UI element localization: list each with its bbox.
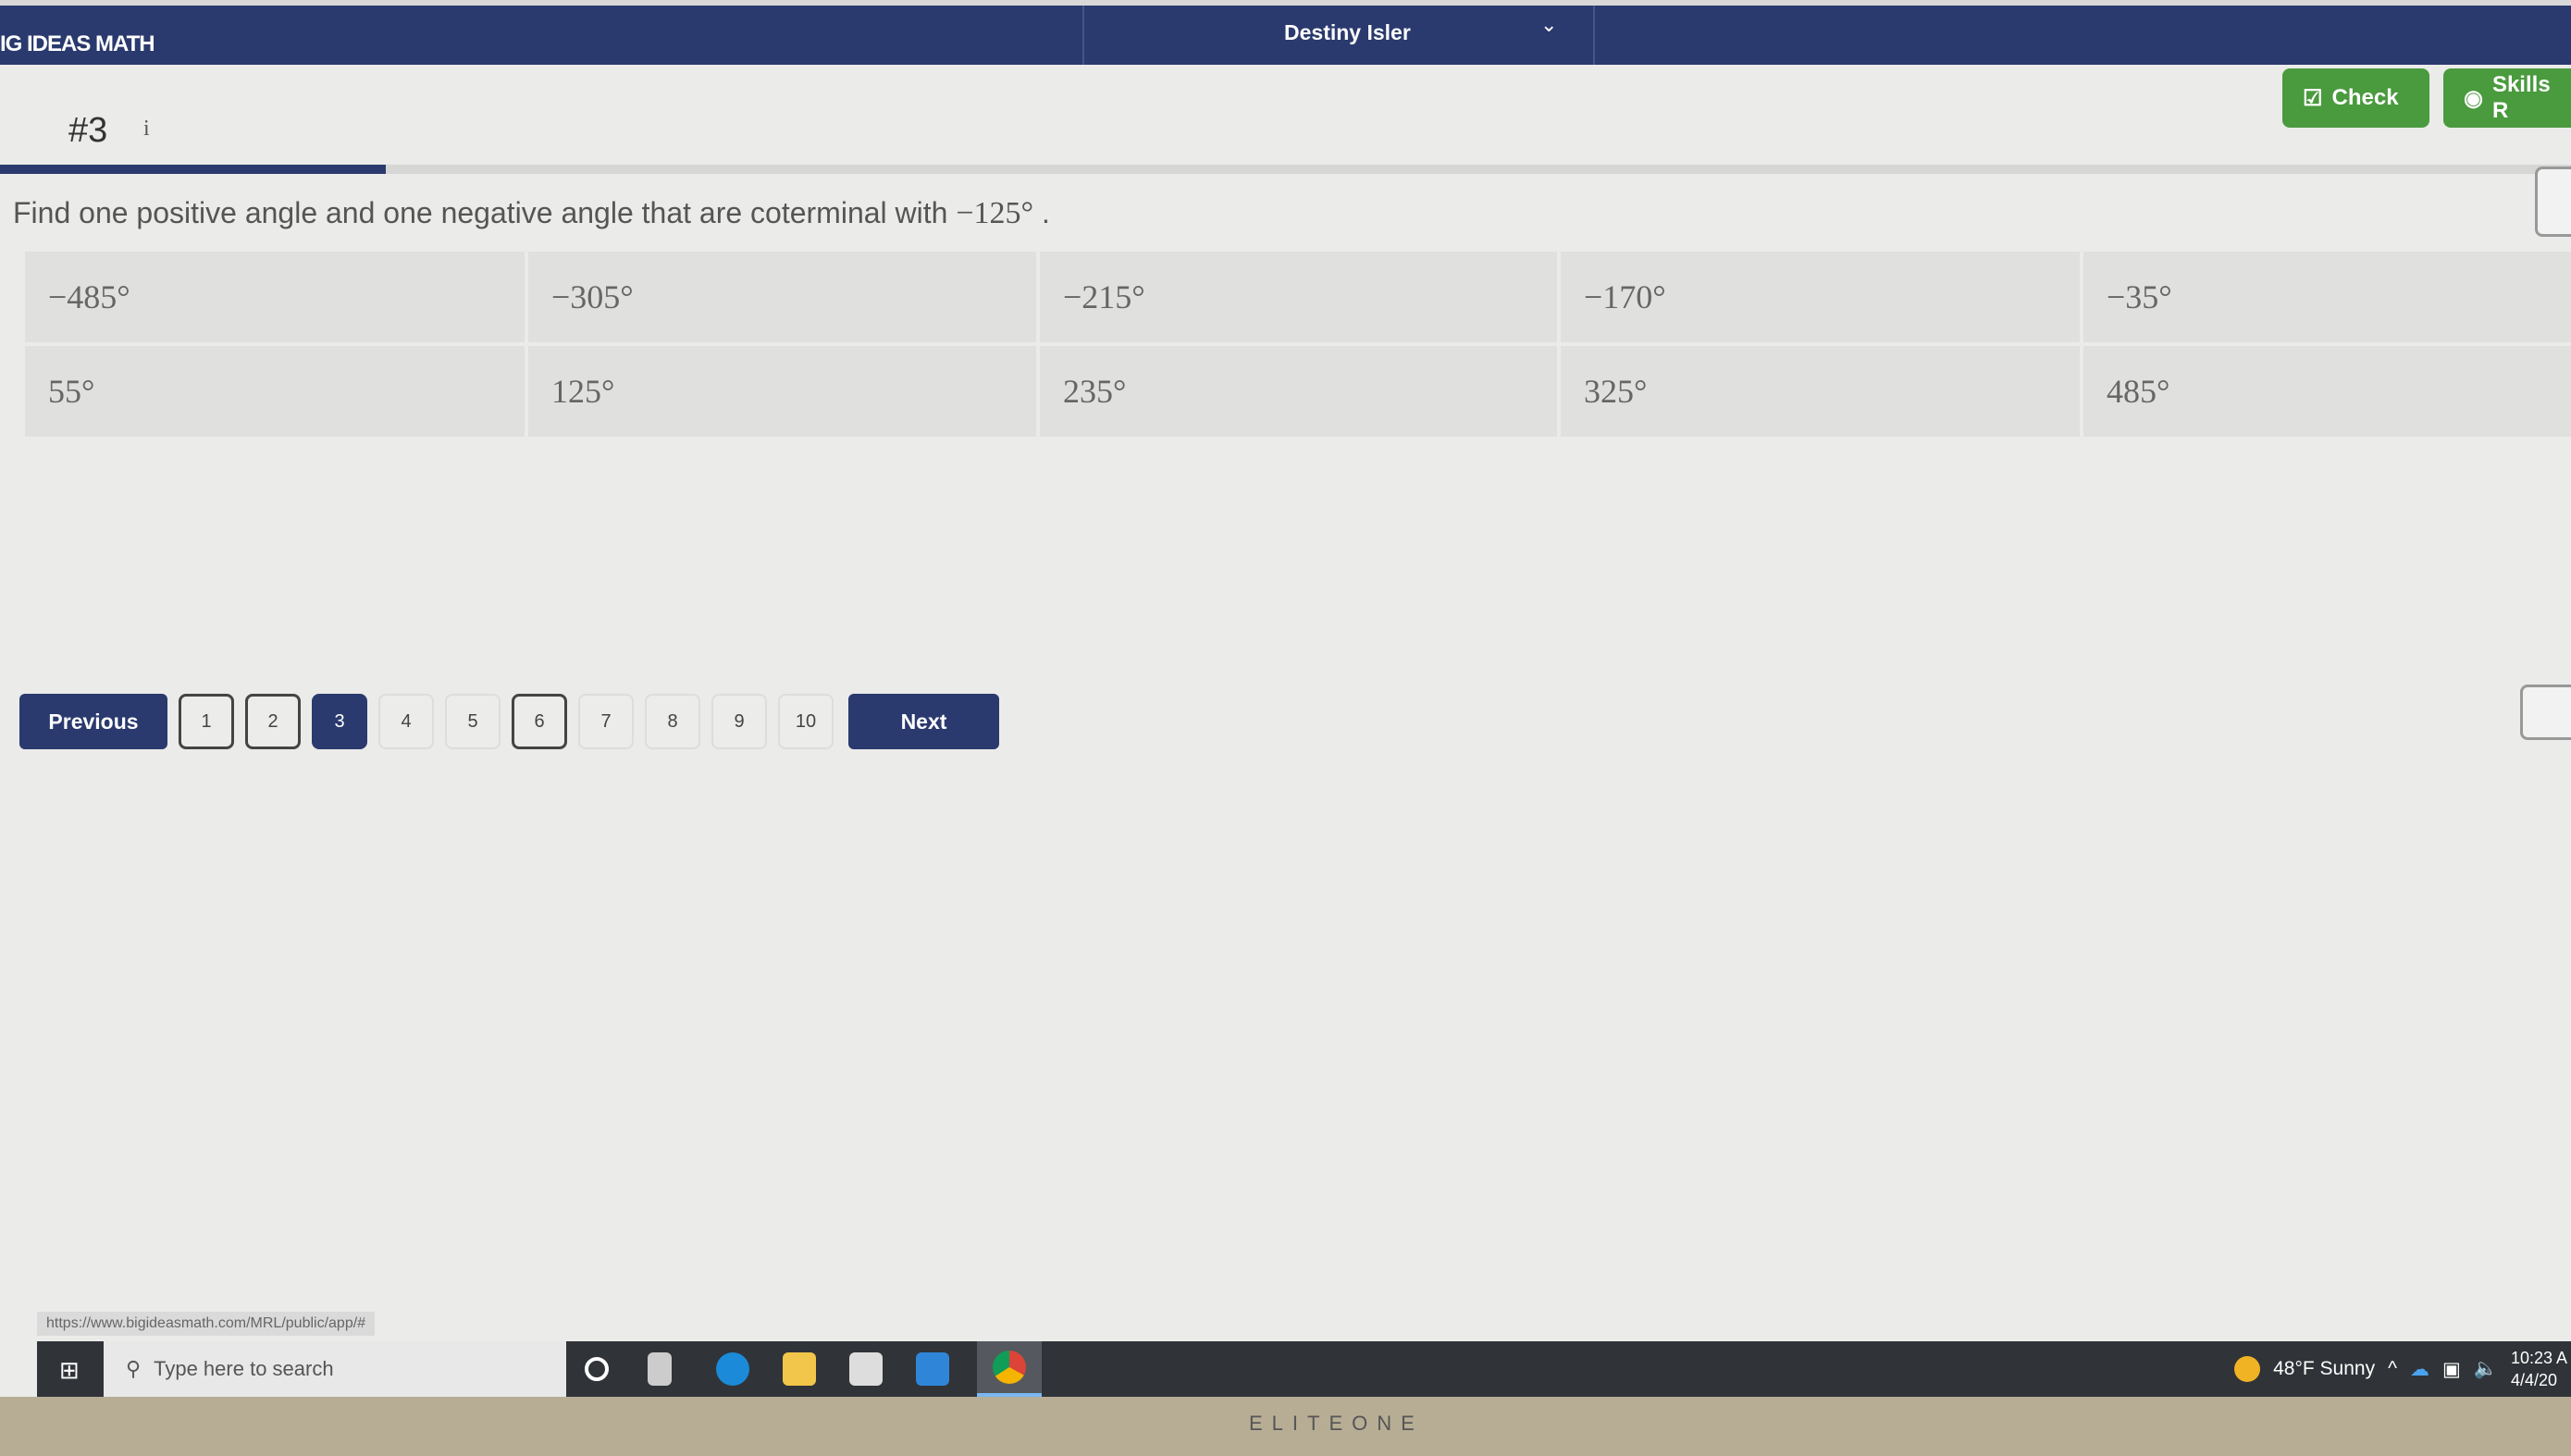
page-9-button[interactable]: 9: [711, 694, 767, 749]
onedrive-icon[interactable]: ☁: [2410, 1358, 2429, 1381]
answer-choice[interactable]: 55°: [25, 346, 525, 437]
page-6-button[interactable]: 6: [512, 694, 567, 749]
progress-bar: [0, 165, 2571, 174]
store-icon[interactable]: [849, 1352, 883, 1386]
sun-icon: [2234, 1356, 2261, 1382]
answer-choice[interactable]: −35°: [2083, 252, 2571, 342]
check-button[interactable]: ☑ Check: [2282, 68, 2429, 128]
monitor-bezel: ELITEONE: [0, 1397, 2571, 1456]
page-4-button[interactable]: 4: [378, 694, 434, 749]
mail-icon[interactable]: [916, 1352, 949, 1386]
question-number: #3: [68, 111, 108, 150]
page-7-button[interactable]: 7: [578, 694, 634, 749]
user-name[interactable]: Destiny Isler: [1284, 20, 1411, 45]
divider: [1593, 6, 1595, 65]
answer-choice[interactable]: 235°: [1040, 346, 1557, 437]
answer-choice[interactable]: 325°: [1561, 346, 2080, 437]
skills-button[interactable]: ◉ Skills R: [2443, 68, 2571, 128]
pencil-icon[interactable]: [2535, 167, 2571, 237]
task-view-icon[interactable]: [648, 1352, 672, 1386]
taskbar: ⊞ ⚲ Type here to search 48°F Sunny ^ ☁ ▣ …: [37, 1341, 2571, 1397]
clock[interactable]: 10:23 A 4/4/20: [2511, 1347, 2567, 1391]
top-navbar: IG IDEAS MATH Destiny Isler ⌄: [0, 0, 2571, 65]
page-2-button[interactable]: 2: [245, 694, 301, 749]
brand-logo: IG IDEAS MATH: [0, 31, 155, 56]
answer-choice[interactable]: 485°: [2083, 346, 2571, 437]
windows-start-icon[interactable]: ⊞: [59, 1356, 80, 1385]
question-text: Find one positive angle and one negative…: [13, 196, 1050, 230]
check-icon: ☑: [2303, 85, 2323, 111]
page-10-button[interactable]: 10: [778, 694, 834, 749]
bezel-logo: ELITEONE: [1249, 1412, 1424, 1435]
previous-button[interactable]: Previous: [19, 694, 167, 749]
status-url: https://www.bigideasmath.com/MRL/public/…: [37, 1312, 376, 1336]
network-icon[interactable]: ▣: [2442, 1358, 2461, 1381]
system-tray: 48°F Sunny ^ ☁ ▣ 🔈 10:23 A 4/4/20: [2234, 1341, 2571, 1397]
file-explorer-icon[interactable]: [783, 1352, 816, 1386]
globe-icon: ◉: [2464, 85, 2483, 111]
answer-choice[interactable]: −305°: [528, 252, 1036, 342]
calculator-icon[interactable]: [2520, 685, 2571, 740]
answer-choice[interactable]: −170°: [1561, 252, 2080, 342]
page-8-button[interactable]: 8: [645, 694, 700, 749]
progress-fill: [0, 165, 386, 174]
answer-choice[interactable]: −485°: [25, 252, 525, 342]
chevron-up-icon[interactable]: ^: [2388, 1358, 2397, 1380]
edge-icon[interactable]: [716, 1352, 749, 1386]
chevron-down-icon[interactable]: ⌄: [1540, 13, 1557, 37]
answer-choice[interactable]: −215°: [1040, 252, 1557, 342]
pagination: Previous 1 2 3 4 5 6 7 8 9 10 Next: [19, 694, 999, 749]
weather[interactable]: 48°F Sunny: [2273, 1358, 2375, 1380]
page-1-button[interactable]: 1: [179, 694, 234, 749]
info-icon[interactable]: i: [143, 117, 150, 142]
page-5-button[interactable]: 5: [445, 694, 501, 749]
cortana-icon[interactable]: [585, 1357, 609, 1381]
next-button[interactable]: Next: [848, 694, 999, 749]
answer-choices: −485° −305° −215° −170° −35° 55° 125° 235° 325° 4…: [25, 252, 2571, 437]
taskbar-search[interactable]: ⚲ Type here to search: [104, 1341, 566, 1397]
answer-choice[interactable]: 125°: [528, 346, 1036, 437]
chrome-icon[interactable]: [977, 1341, 1042, 1397]
volume-icon[interactable]: 🔈: [2474, 1358, 2498, 1380]
page-3-button[interactable]: 3: [312, 694, 367, 749]
divider: [1082, 6, 1084, 65]
search-icon: ⚲: [126, 1357, 142, 1380]
